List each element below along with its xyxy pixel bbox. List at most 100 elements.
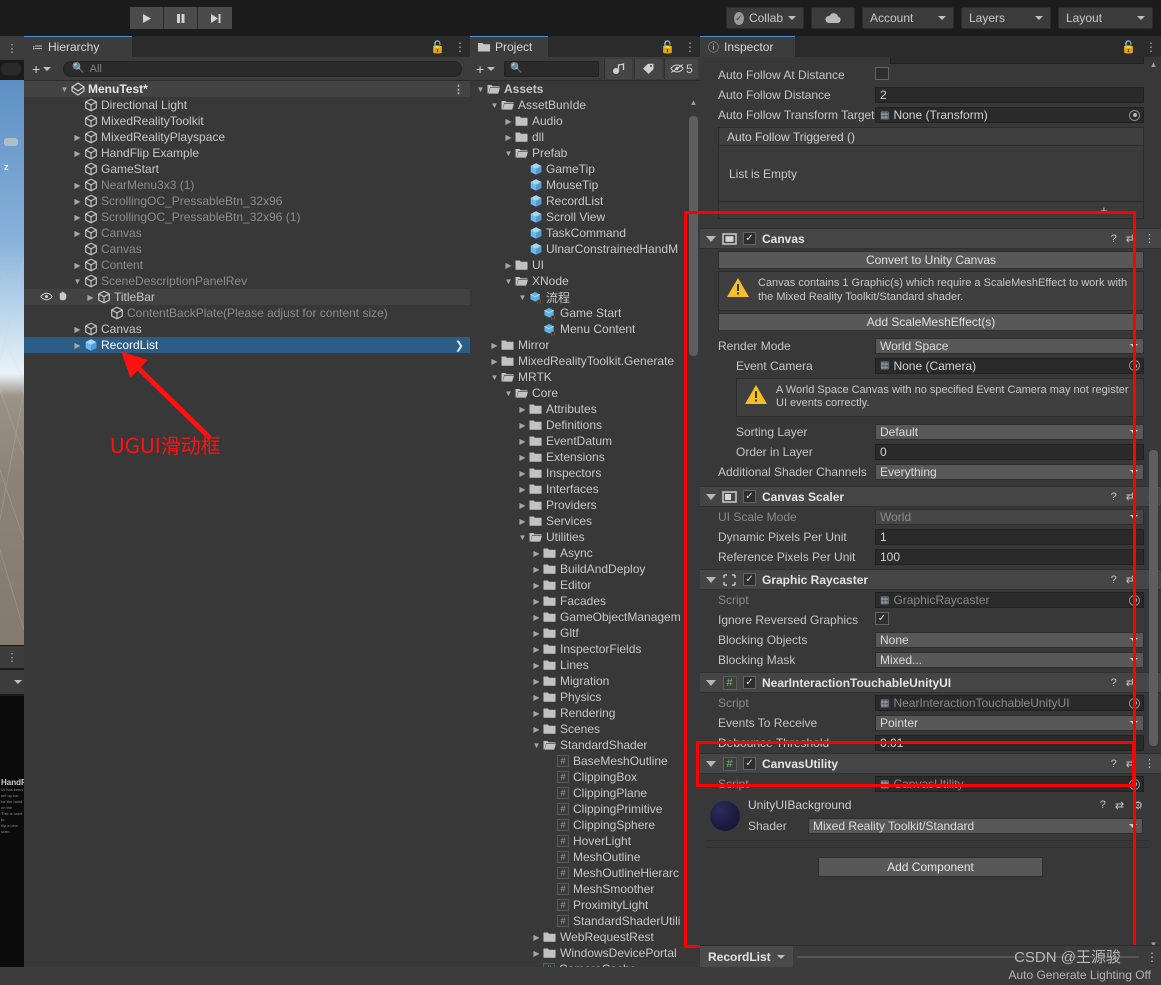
hierarchy-row[interactable]: ContentBackPlate(Please adjust for conte… (24, 305, 470, 321)
project-row[interactable]: ▼ Prefab (470, 145, 700, 161)
project-scroll-thumb[interactable] (689, 116, 698, 356)
help-icon[interactable]: ? (1111, 491, 1117, 503)
truncated-field-value[interactable] (890, 57, 1144, 64)
step-button[interactable] (198, 7, 232, 29)
chevron-right-icon[interactable]: ▶ (516, 485, 529, 494)
text-input[interactable]: 0.01 (875, 735, 1144, 751)
scene-strip-dropdown[interactable] (0, 670, 24, 694)
project-row[interactable]: ▶ Lines (470, 657, 700, 673)
project-row[interactable]: GameTip (470, 161, 700, 177)
dropdown[interactable]: World Space (875, 337, 1144, 354)
chevron-right-icon[interactable]: ▶ (530, 677, 543, 686)
chevron-right-icon[interactable]: ▶ (516, 405, 529, 414)
play-button[interactable] (130, 7, 164, 29)
project-row[interactable]: ▶ WebRequestRest (470, 929, 700, 945)
project-row[interactable]: TaskCommand (470, 225, 700, 241)
project-row[interactable]: ▶ Inspectors (470, 465, 700, 481)
project-row[interactable]: ▶ Services (470, 513, 700, 529)
object-field[interactable]: ▦ NearInteractionTouchableUnityUI (875, 695, 1144, 711)
chevron-right-icon[interactable]: ▶ (530, 725, 543, 734)
preset-icon[interactable]: ⇄ (1126, 490, 1135, 503)
hierarchy-add-button[interactable]: + (28, 60, 55, 78)
chevron-down-icon[interactable]: ▼ (502, 389, 515, 398)
project-row[interactable]: ▶ Interfaces (470, 481, 700, 497)
hierarchy-row[interactable]: ▶ Canvas (24, 225, 470, 241)
chevron-right-icon[interactable]: ▶ (516, 501, 529, 510)
lock-icon[interactable]: 🔓 (430, 41, 445, 53)
checkbox[interactable] (875, 67, 889, 80)
component-enabled-checkbox[interactable]: ✓ (743, 490, 756, 503)
inspector-scroll-thumb[interactable] (1149, 450, 1158, 746)
project-row[interactable]: ▼ XNode (470, 273, 700, 289)
hierarchy-row[interactable]: MixedRealityToolkit (24, 113, 470, 129)
project-row[interactable]: RecordList (470, 193, 700, 209)
component-header[interactable]: ✓Graphic Raycaster?⇄⋮ (700, 569, 1161, 590)
project-row[interactable]: ▶ Facades (470, 593, 700, 609)
help-icon[interactable]: ? (1111, 233, 1117, 245)
project-row[interactable]: ▶ UI (470, 257, 700, 273)
console-sliver[interactable]: HandF UI has been set up cor for the han… (0, 696, 26, 985)
dropdown[interactable]: None (875, 632, 1144, 648)
project-row[interactable]: ▶ Async (470, 545, 700, 561)
project-row[interactable]: ▼ Assets (470, 81, 700, 97)
chevron-down-icon[interactable] (706, 760, 716, 767)
chevron-right-icon[interactable]: ▶ (530, 949, 543, 958)
hierarchy-row[interactable]: ▶ Content (24, 257, 470, 273)
chevron-down-icon[interactable]: ▼ (516, 533, 529, 542)
scroll-up-icon[interactable]: ▲ (1149, 60, 1158, 69)
project-row[interactable]: ▶ Editor (470, 577, 700, 593)
object-field[interactable]: ▦ None (Transform) (875, 107, 1144, 123)
scroll-up-icon[interactable]: ▲ (689, 98, 698, 107)
project-search-input[interactable]: 🔍 (504, 60, 599, 77)
help-icon[interactable]: ? (1111, 758, 1117, 770)
chevron-right-icon[interactable]: ▶ (530, 613, 543, 622)
chevron-right-icon[interactable]: ▶ (516, 469, 529, 478)
chevron-right-icon[interactable]: ▶ (530, 581, 543, 590)
project-row[interactable]: ▶ InspectorFields (470, 641, 700, 657)
chevron-right-icon[interactable]: ▶ (530, 709, 543, 718)
chevron-right-icon[interactable]: ▶ (530, 565, 543, 574)
tab-hierarchy[interactable]: ≔ Hierarchy (24, 36, 132, 57)
project-row[interactable]: # ProximityLight (470, 897, 700, 913)
inspector-kebab-icon[interactable]: ⋮ (1145, 41, 1157, 53)
chevron-right-icon[interactable]: ▶ (71, 325, 84, 334)
component-header[interactable]: #✓NearInteractionTouchableUnityUI?⇄⋮ (700, 672, 1161, 693)
project-row[interactable]: # MeshOutlineHierarc (470, 865, 700, 881)
chevron-down-icon[interactable] (706, 679, 716, 686)
chevron-right-icon[interactable]: ▶ (516, 421, 529, 430)
chevron-down-icon[interactable]: ▼ (58, 85, 71, 94)
object-picker-icon[interactable] (1129, 109, 1140, 121)
project-row[interactable]: ▶ BuildAndDeploy (470, 561, 700, 577)
hierarchy-row[interactable]: ▶ RecordList ❯ (24, 337, 470, 353)
chevron-down-icon[interactable]: ▼ (71, 277, 84, 286)
chevron-right-icon[interactable]: ▶ (71, 133, 84, 142)
project-row[interactable]: # BaseMeshOutline (470, 753, 700, 769)
chevron-right-icon[interactable]: ▶ (71, 197, 84, 206)
chevron-right-icon[interactable]: ▶ (530, 933, 543, 942)
dropdown[interactable]: Default (875, 424, 1144, 440)
hierarchy-row[interactable]: ▼ SceneDescriptionPanelRev (24, 273, 470, 289)
hierarchy-row[interactable]: ▶ MixedRealityPlayspace (24, 129, 470, 145)
object-field[interactable]: ▦ None (Camera) (875, 357, 1144, 374)
chevron-down-icon[interactable]: ▼ (488, 101, 501, 110)
project-row[interactable]: ▶ Definitions (470, 417, 700, 433)
project-hidden-count-button[interactable]: 5 (664, 58, 698, 79)
project-row[interactable]: ▼ {} 流程 (470, 289, 700, 305)
project-row[interactable]: ▼ Utilities (470, 529, 700, 545)
add-scale-mesh-effect-button[interactable]: Add ScaleMeshEffect(s) (718, 312, 1144, 331)
chevron-down-icon[interactable] (706, 235, 716, 242)
hierarchy-row[interactable]: ▶ TitleBar (24, 289, 470, 305)
project-row[interactable]: ▶ Scenes (470, 721, 700, 737)
chevron-down-icon[interactable]: ▼ (488, 373, 501, 382)
hand-icon[interactable] (57, 290, 68, 304)
chevron-right-icon[interactable]: ▶ (530, 629, 543, 638)
hierarchy-row[interactable]: Directional Light (24, 97, 470, 113)
inspector-scrollbar[interactable]: ▲ ▼ (1149, 60, 1158, 950)
chevron-right-icon[interactable]: ▶ (516, 517, 529, 526)
text-input[interactable]: 1 (875, 529, 1144, 545)
project-row[interactable]: # ClippingPrimitive (470, 801, 700, 817)
project-row[interactable]: # ClippingBox (470, 769, 700, 785)
project-row[interactable]: Scroll View (470, 209, 700, 225)
chevron-down-icon[interactable]: ▼ (502, 149, 515, 158)
statusbar-kebab-icon[interactable]: ⋮ (1143, 950, 1161, 964)
